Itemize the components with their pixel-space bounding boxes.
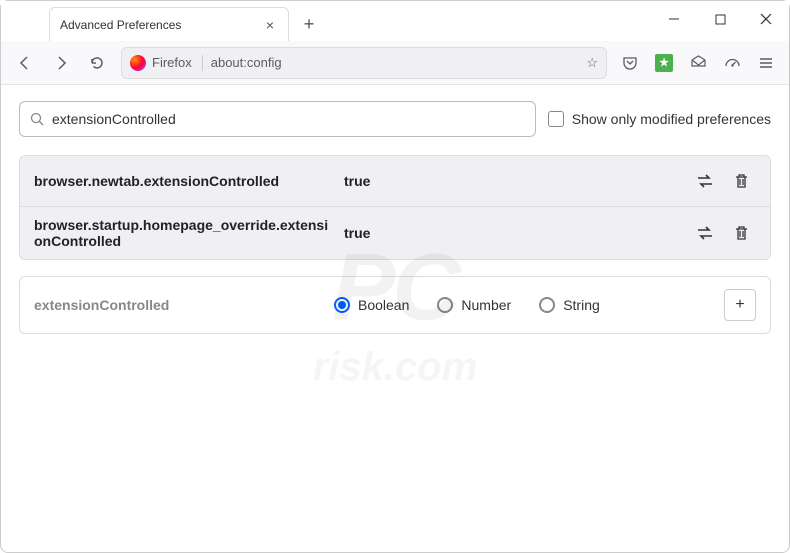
- checkbox-label: Show only modified preferences: [572, 111, 771, 127]
- type-radio-group: Boolean Number String: [334, 297, 724, 313]
- window-controls: [651, 1, 789, 37]
- app-menu-button[interactable]: [750, 47, 782, 79]
- search-icon: [30, 112, 44, 126]
- radio-icon: [334, 297, 350, 313]
- preference-value: true: [344, 225, 690, 241]
- firefox-logo-icon: [130, 55, 146, 71]
- address-bar[interactable]: Firefox about:config ☆: [121, 47, 607, 79]
- back-button[interactable]: [9, 47, 41, 79]
- inbox-icon[interactable]: [682, 47, 714, 79]
- tab-title: Advanced Preferences: [60, 18, 262, 32]
- titlebar: Advanced Preferences × +: [1, 1, 789, 41]
- row-actions: [690, 166, 756, 196]
- delete-button[interactable]: [726, 166, 756, 196]
- search-row: Show only modified preferences: [19, 101, 771, 137]
- preference-name: browser.newtab.extensionControlled: [34, 173, 344, 189]
- dashboard-icon[interactable]: [716, 47, 748, 79]
- new-preference-name: extensionControlled: [34, 297, 334, 313]
- radio-string[interactable]: String: [539, 297, 600, 313]
- site-identity[interactable]: Firefox: [130, 55, 203, 71]
- watermark-text: risk.com: [313, 345, 478, 390]
- browser-toolbar: Firefox about:config ☆ ★: [1, 41, 789, 85]
- preference-row[interactable]: browser.newtab.extensionControlled true: [20, 156, 770, 207]
- radio-label: Number: [461, 297, 511, 313]
- bookmark-star-icon[interactable]: ☆: [586, 55, 598, 71]
- radio-icon: [437, 297, 453, 313]
- modified-only-toggle[interactable]: Show only modified preferences: [548, 111, 771, 127]
- radio-label: Boolean: [358, 297, 409, 313]
- search-input[interactable]: [52, 111, 525, 127]
- minimize-button[interactable]: [651, 1, 697, 37]
- toggle-button[interactable]: [690, 218, 720, 248]
- identity-label: Firefox: [152, 55, 192, 70]
- add-preference-button[interactable]: +: [724, 289, 756, 321]
- new-tab-button[interactable]: +: [295, 10, 323, 38]
- radio-number[interactable]: Number: [437, 297, 511, 313]
- new-preference-row: extensionControlled Boolean Number Strin…: [19, 276, 771, 334]
- checkbox-icon: [548, 111, 564, 127]
- delete-button[interactable]: [726, 218, 756, 248]
- close-tab-icon[interactable]: ×: [262, 17, 278, 33]
- close-window-button[interactable]: [743, 1, 789, 37]
- search-box[interactable]: [19, 101, 536, 137]
- toggle-button[interactable]: [690, 166, 720, 196]
- preference-value: true: [344, 173, 690, 189]
- preference-row[interactable]: browser.startup.homepage_override.extens…: [20, 207, 770, 259]
- maximize-button[interactable]: [697, 1, 743, 37]
- radio-boolean[interactable]: Boolean: [334, 297, 409, 313]
- forward-button[interactable]: [45, 47, 77, 79]
- extension-badge-icon[interactable]: ★: [648, 47, 680, 79]
- reload-button[interactable]: [81, 47, 113, 79]
- about-config-content: Show only modified preferences browser.n…: [1, 85, 789, 350]
- radio-label: String: [563, 297, 600, 313]
- browser-tab[interactable]: Advanced Preferences ×: [49, 7, 289, 41]
- preference-results: browser.newtab.extensionControlled true …: [19, 155, 771, 260]
- preference-name: browser.startup.homepage_override.extens…: [34, 217, 344, 249]
- url-text: about:config: [211, 55, 587, 70]
- row-actions: [690, 218, 756, 248]
- pocket-icon[interactable]: [614, 47, 646, 79]
- radio-icon: [539, 297, 555, 313]
